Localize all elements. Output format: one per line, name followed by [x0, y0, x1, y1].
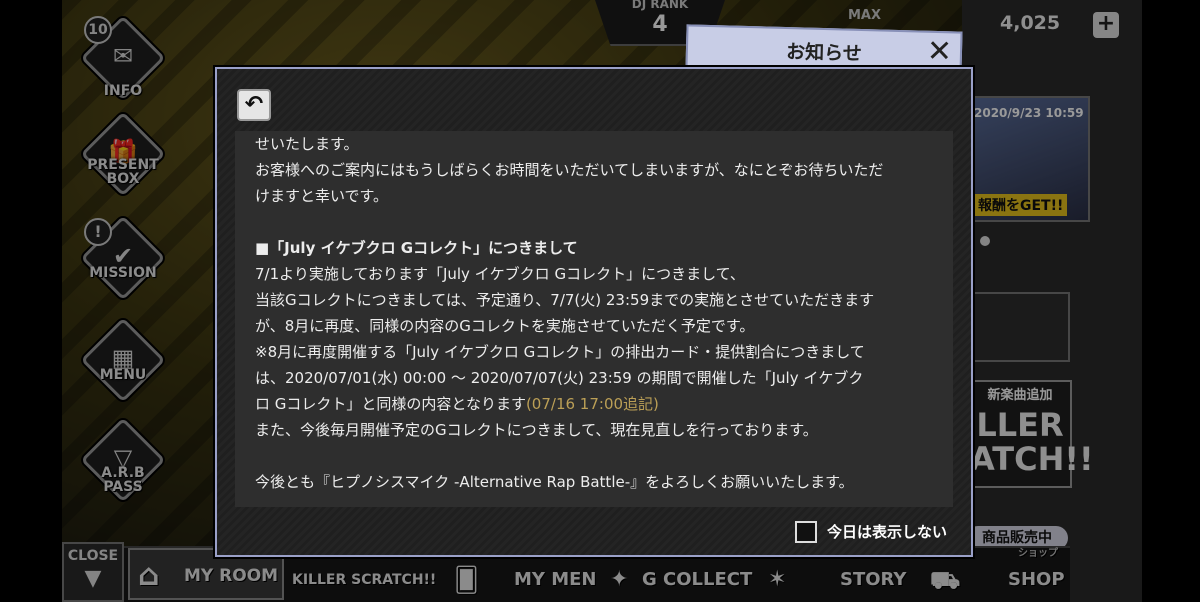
back-button[interactable]: ↶	[237, 89, 271, 121]
text-line: お客様へのご案内にはもうしばらくお時間をいただいてしまいますが、なにとぞお待ちい…	[255, 161, 884, 179]
text-line-part: ロ Gコレクト」と同様の内容となります	[255, 395, 526, 413]
text-line: 7/1より実施しております「July イケブクロ Gコレクト」につきまして、	[255, 265, 745, 283]
hide-today-checkbox[interactable]	[795, 521, 817, 543]
update-note: (07/16 17:00追記)	[525, 395, 659, 413]
text-line: が、8月に再度、同様の内容のGコレクトを実施させていただく予定です。	[255, 317, 755, 335]
text-line: 今後とも『ヒプノシスマイク -Alternative Rap Battle-』を…	[255, 473, 854, 491]
notice-close-icon[interactable]: ✕	[926, 34, 952, 70]
text-line: 当該Gコレクトにつきましては、予定通り、7/7(火) 23:59までの実施とさせ…	[255, 291, 875, 309]
text-line: ※8月に再度開催する「July イケブクロ Gコレクト」の排出カード・提供割合に…	[255, 343, 865, 361]
section-heading: ■「July イケブクロ Gコレクト」につきまして	[255, 239, 578, 257]
text-line: は、2020/07/01(水) 00:00 ～ 2020/07/07(火) 23…	[255, 369, 864, 387]
text-line: また、今後毎月開催予定のGコレクトにつきまして、現在見直しを行っております。	[255, 421, 818, 439]
announcement-modal: ↶ せいたします。 お客様へのご案内にはもうしばらくお時間をいただいてしまいます…	[215, 67, 973, 557]
text-line: せいたします。	[255, 135, 359, 153]
hide-today-label: 今日は表示しない	[827, 523, 948, 541]
announcement-text: せいたします。 お客様へのご案内にはもうしばらくお時間をいただいてしまいますが、…	[255, 131, 945, 495]
notice-title: お知らせ	[785, 41, 863, 65]
text-line: けますと幸いです。	[255, 187, 389, 205]
text-line: ロ Gコレクト」と同様の内容となります(07/16 17:00追記)	[255, 391, 945, 417]
announcement-content[interactable]: せいたします。 お客様へのご案内にはもうしばらくお時間をいただいてしまいますが、…	[235, 131, 953, 507]
